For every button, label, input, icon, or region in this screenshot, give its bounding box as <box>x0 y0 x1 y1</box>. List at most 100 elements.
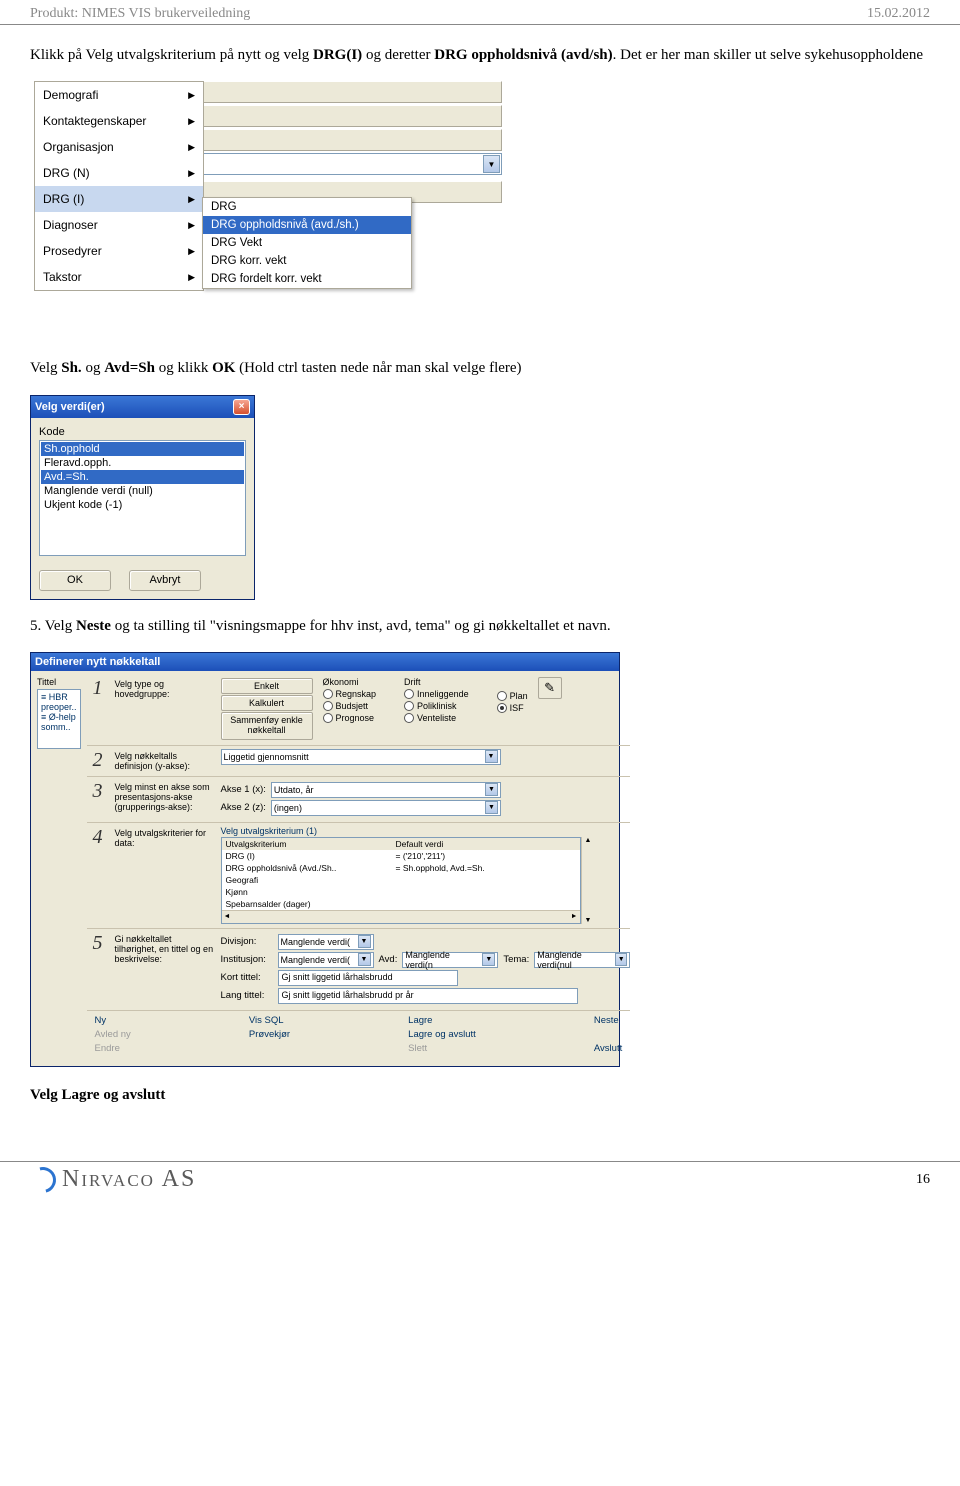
dialog-titlebar: Velg verdi(er) × <box>31 396 254 418</box>
dropdown-cell[interactable]: ▼ <box>202 153 502 175</box>
menu-item-organisasjon[interactable]: Organisasjon▶ <box>35 134 203 160</box>
col-header: Default verdi <box>392 838 580 850</box>
list-item[interactable]: Manglende verdi (null) <box>41 484 244 498</box>
btn-sammenfoy[interactable]: Sammenføy enkle nøkkeltall <box>221 712 313 740</box>
radio-plan[interactable]: Plan <box>497 691 528 701</box>
t: . Det er her man skiller ut selve sykehu… <box>613 47 923 63</box>
combo-tema[interactable]: Manglende verdi(nul▼ <box>534 952 630 968</box>
combo-value: (ingen) <box>274 803 302 813</box>
input-lang-tittel[interactable]: Gj snitt liggetid lårhalsbrudd pr år <box>278 988 578 1004</box>
wand-icon[interactable]: ✎ <box>538 677 562 699</box>
chevron-down-icon[interactable]: ▼ <box>358 935 371 948</box>
combo-divisjon[interactable]: Manglende verdi(▼ <box>278 934 374 950</box>
link-lagre-og-avslutt[interactable]: Lagre og avslutt <box>408 1029 476 1040</box>
menu-level1: Demografi▶ Kontaktegenskaper▶ Organisasj… <box>34 81 204 291</box>
cell[interactable]: Spebarnsalder (dager) <box>222 898 392 910</box>
cell[interactable] <box>392 874 580 886</box>
link-avslutt[interactable]: Avslutt <box>594 1043 622 1054</box>
radio-regnskap[interactable]: Regnskap <box>323 689 377 699</box>
step4-label: Velg utvalgskriterier for data: <box>115 826 215 849</box>
radio-prognose[interactable]: Prognose <box>323 713 377 723</box>
label: DRG (I) <box>43 192 84 206</box>
list-item[interactable]: Ukjent kode (-1) <box>41 498 244 512</box>
cell[interactable]: = Sh.opphold, Avd.=Sh. <box>392 862 580 874</box>
combo-yaxis[interactable]: Liggetid gjennomsnitt▼ <box>221 749 501 765</box>
screenshot-menu: ▼ Demografi▶ Kontaktegenskaper▶ Organisa… <box>30 81 530 346</box>
step2-label: Velg nøkkeltalls definisjon (y-akse): <box>115 749 215 772</box>
btn-enkelt[interactable]: Enkelt <box>221 678 313 694</box>
close-icon[interactable]: × <box>233 399 250 415</box>
chevron-down-icon[interactable]: ▼ <box>485 783 498 796</box>
radio-isf[interactable]: ISF <box>497 703 528 713</box>
radio-inneliggende[interactable]: Inneliggende <box>404 689 469 699</box>
chevron-down-icon[interactable]: ▼ <box>615 953 627 966</box>
link-neste[interactable]: Neste <box>594 1015 622 1026</box>
t: Velg <box>30 360 61 376</box>
criteria-table[interactable]: Utvalgskriterium Default verdi DRG (I)= … <box>221 837 581 924</box>
chevron-down-icon[interactable]: ▼ <box>483 155 500 173</box>
label: ISF <box>510 703 524 713</box>
chevron-down-icon[interactable]: ▼ <box>485 750 498 763</box>
criteria-header: Velg utvalgskriterium (1) <box>221 826 631 836</box>
menu-item-takster[interactable]: Takstor▶ <box>35 264 203 290</box>
link-provekjor[interactable]: Prøvekjør <box>249 1029 290 1040</box>
mid-paragraph-1: Velg Sh. og Avd=Sh og klikk OK (Hold ctr… <box>30 358 930 378</box>
combo-institusjon[interactable]: Manglende verdi(▼ <box>278 952 374 968</box>
link-vis-sql[interactable]: Vis SQL <box>249 1015 290 1026</box>
cell[interactable] <box>392 898 580 910</box>
link-lagre[interactable]: Lagre <box>408 1015 476 1026</box>
menu-item-prosedyrer[interactable]: Prosedyrer▶ <box>35 238 203 264</box>
list-item[interactable]: Fleravd.opph. <box>41 456 244 470</box>
combo-value: Utdato, år <box>274 785 314 795</box>
radio-poliklinisk[interactable]: Poliklinisk <box>404 701 469 711</box>
cell[interactable]: DRG oppholdsnivå (Avd./Sh.. <box>222 862 392 874</box>
wizard-title: Definerer nytt nøkkeltall <box>35 656 160 668</box>
list-item[interactable]: ≡ HBR preoper.. <box>40 692 78 712</box>
label: Kort tittel: <box>221 972 273 983</box>
link-ny[interactable]: Ny <box>95 1015 131 1026</box>
label: Akse 1 (x): <box>221 784 266 795</box>
cell[interactable]: DRG (I) <box>222 850 392 862</box>
chevron-down-icon[interactable]: ▼ <box>482 953 495 966</box>
input-kort-tittel[interactable]: Gj snitt liggetid lårhalsbrudd <box>278 970 458 986</box>
scrollbar-vertical[interactable]: ▲▼ <box>581 837 595 924</box>
combo-avd[interactable]: Manglende verdi(n▼ <box>402 952 498 968</box>
menu-level2: DRG DRG oppholdsnivå (avd./sh.) DRG Vekt… <box>202 197 412 289</box>
list-item[interactable]: ≡ Ø-help somm.. <box>40 712 78 732</box>
group-header: Økonomi <box>323 677 377 687</box>
menu-item-kontakt[interactable]: Kontaktegenskaper▶ <box>35 108 203 134</box>
menu-item-demografi[interactable]: Demografi▶ <box>35 82 203 108</box>
cell[interactable]: Geografi <box>222 874 392 886</box>
submenu-drg[interactable]: DRG <box>203 198 411 216</box>
submenu-drg-oppholdsniva[interactable]: DRG oppholdsnivå (avd./sh.) <box>203 216 411 234</box>
step-number: 5 <box>87 932 109 955</box>
spacer <box>594 1029 622 1040</box>
btn-kalkulert[interactable]: Kalkulert <box>221 695 313 711</box>
combo-axis1[interactable]: Utdato, år ▼ <box>271 782 501 798</box>
radio-venteliste[interactable]: Venteliste <box>404 713 469 723</box>
list-item[interactable]: Sh.opphold <box>41 442 244 456</box>
cancel-button[interactable]: Avbryt <box>129 570 201 591</box>
cell[interactable]: Kjønn <box>222 886 392 898</box>
menu-item-diagnoser[interactable]: Diagnoser▶ <box>35 212 203 238</box>
submenu-drg-fordelt[interactable]: DRG fordelt korr. vekt <box>203 270 411 288</box>
submenu-drg-vekt[interactable]: DRG Vekt <box>203 234 411 252</box>
step3-label: Velg minst en akse som presentasjons-aks… <box>115 780 215 813</box>
radio-budsjett[interactable]: Budsjett <box>323 701 377 711</box>
chevron-down-icon[interactable]: ▼ <box>485 801 498 814</box>
value-listbox[interactable]: Sh.opphold Fleravd.opph. Avd.=Sh. Mangle… <box>39 440 246 556</box>
combo-axis2[interactable]: (ingen) ▼ <box>271 800 501 816</box>
menu-item-drgi[interactable]: DRG (I)▶ <box>35 186 203 212</box>
left-list[interactable]: ≡ HBR preoper.. ≡ Ø-help somm.. <box>37 689 81 749</box>
label: Lang tittel: <box>221 990 273 1001</box>
menu-item-drgn[interactable]: DRG (N)▶ <box>35 160 203 186</box>
dialog-velg-verdier: Velg verdi(er) × Kode Sh.opphold Fleravd… <box>30 395 255 600</box>
list-item[interactable]: Avd.=Sh. <box>41 470 244 484</box>
cell[interactable]: = ('210','211') <box>392 850 580 862</box>
cell[interactable] <box>392 886 580 898</box>
end-paragraph: Velg Lagre og avslutt <box>30 1085 930 1105</box>
scrollbar-horizontal[interactable]: ◄► <box>222 910 580 923</box>
submenu-drg-korr[interactable]: DRG korr. vekt <box>203 252 411 270</box>
chevron-down-icon[interactable]: ▼ <box>358 953 371 966</box>
ok-button[interactable]: OK <box>39 570 111 591</box>
